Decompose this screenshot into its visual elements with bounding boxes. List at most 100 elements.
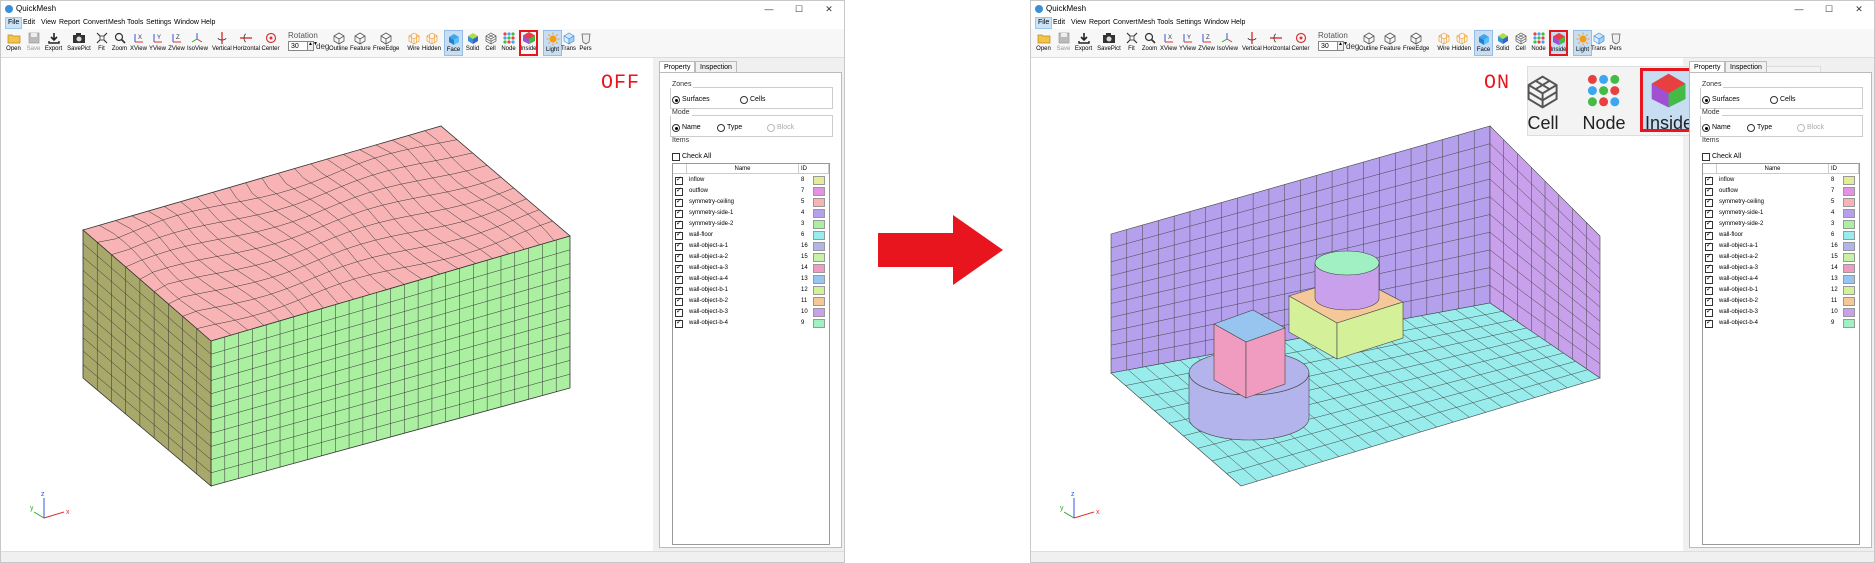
row-checkbox[interactable] <box>1705 208 1713 218</box>
row-color-swatch[interactable] <box>1843 198 1855 207</box>
yview-button[interactable]: Y YView <box>1178 30 1197 56</box>
outline-button[interactable]: Outline <box>329 30 348 56</box>
row-color-swatch[interactable] <box>1843 220 1855 229</box>
zones-radio-surfaces[interactable]: Surfaces <box>1702 95 1740 104</box>
menu-tools[interactable]: Tools <box>1155 17 1175 29</box>
row-color-swatch[interactable] <box>813 264 825 273</box>
open-button[interactable]: Open <box>4 30 23 56</box>
menu-tools[interactable]: Tools <box>125 17 145 29</box>
feature-button[interactable]: Feature <box>350 30 371 56</box>
row-color-swatch[interactable] <box>813 187 825 196</box>
menu-mesh[interactable]: Mesh <box>106 17 127 29</box>
tab-inspection[interactable]: Inspection <box>1725 61 1767 72</box>
center-button[interactable]: Center <box>1291 30 1310 56</box>
menu-mesh[interactable]: Mesh <box>1136 17 1157 29</box>
menu-edit[interactable]: Edit <box>21 17 37 29</box>
inside-button[interactable]: Inside <box>1549 30 1568 56</box>
menu-file[interactable]: File <box>5 17 23 29</box>
zones-radio-cells[interactable]: Cells <box>1770 95 1796 104</box>
table-row[interactable]: wall-object-b-4 9 <box>673 318 829 329</box>
check-all[interactable]: Check All <box>672 152 711 161</box>
table-row[interactable]: wall-object-b-1 12 <box>673 285 829 296</box>
viewport-3d[interactable]: OFF z x y <box>1 58 653 554</box>
row-color-swatch[interactable] <box>1843 242 1855 251</box>
row-checkbox[interactable] <box>1705 197 1713 207</box>
row-checkbox[interactable] <box>1705 175 1713 185</box>
menu-report[interactable]: Report <box>57 17 82 29</box>
menu-settings[interactable]: Settings <box>144 17 173 29</box>
row-color-swatch[interactable] <box>813 275 825 284</box>
zview-button[interactable]: Z ZView <box>1197 30 1216 56</box>
row-checkbox[interactable] <box>1705 296 1713 306</box>
row-color-swatch[interactable] <box>813 209 825 218</box>
menu-edit[interactable]: Edit <box>1051 17 1067 29</box>
check-all[interactable]: Check All <box>1702 152 1741 161</box>
row-color-swatch[interactable] <box>1843 209 1855 218</box>
row-color-swatch[interactable] <box>1843 308 1855 317</box>
table-row[interactable]: wall-object-b-3 10 <box>1703 307 1859 318</box>
menu-view[interactable]: View <box>1069 17 1088 29</box>
check-all-checkbox[interactable] <box>672 153 680 161</box>
row-color-swatch[interactable] <box>1843 319 1855 328</box>
tab-property[interactable]: Property <box>659 61 696 72</box>
menu-settings[interactable]: Settings <box>1174 17 1203 29</box>
table-row[interactable]: wall-object-a-1 16 <box>673 241 829 252</box>
table-row[interactable]: symmetry-side-2 3 <box>1703 219 1859 230</box>
row-checkbox[interactable] <box>1705 318 1713 328</box>
row-checkbox[interactable] <box>675 285 683 295</box>
row-checkbox[interactable] <box>675 241 683 251</box>
viewport-3d[interactable]: ON CellNodeInsideLightTrar z x y <box>1031 58 1821 554</box>
row-color-swatch[interactable] <box>813 242 825 251</box>
cell-button[interactable]: Cell <box>481 30 500 56</box>
node-button[interactable]: Node <box>499 30 518 56</box>
table-row[interactable]: wall-object-a-4 13 <box>673 274 829 285</box>
row-color-swatch[interactable] <box>1843 275 1855 284</box>
rotation-stepper[interactable]: ▲▼ <box>1337 41 1348 51</box>
table-row[interactable]: wall-object-a-3 14 <box>1703 263 1859 274</box>
row-checkbox[interactable] <box>675 230 683 240</box>
zones-radio-surfaces[interactable]: Surfaces <box>672 95 710 104</box>
row-checkbox[interactable] <box>1705 230 1713 240</box>
row-color-swatch[interactable] <box>813 297 825 306</box>
zoom-button[interactable]: Zoom <box>110 30 129 56</box>
isoview-button[interactable]: IsoView <box>1217 30 1238 56</box>
zview-button[interactable]: Z ZView <box>167 30 186 56</box>
close-button[interactable]: ✕ <box>1844 1 1874 17</box>
row-color-swatch[interactable] <box>1843 176 1855 185</box>
export-button[interactable]: Export <box>1074 30 1093 56</box>
table-row[interactable]: wall-floor 6 <box>1703 230 1859 241</box>
face-button[interactable]: Face <box>1474 30 1493 56</box>
row-checkbox[interactable] <box>675 186 683 196</box>
savepict-button[interactable]: SavePict <box>1096 30 1122 56</box>
fit-button[interactable]: Fit <box>1122 30 1141 56</box>
row-color-swatch[interactable] <box>1843 286 1855 295</box>
table-row[interactable]: outflow 7 <box>673 186 829 197</box>
center-button[interactable]: Center <box>261 30 280 56</box>
savepict-button[interactable]: SavePict <box>66 30 92 56</box>
rotation-input[interactable]: 30 <box>1318 41 1338 51</box>
menu-help[interactable]: Help <box>199 17 217 29</box>
menu-file[interactable]: File <box>1035 17 1053 29</box>
table-row[interactable]: inflow 8 <box>673 175 829 186</box>
maximize-button[interactable]: ☐ <box>784 1 814 17</box>
table-row[interactable]: wall-object-a-1 16 <box>1703 241 1859 252</box>
row-color-swatch[interactable] <box>813 253 825 262</box>
inside-button[interactable]: Inside <box>519 30 538 56</box>
table-row[interactable]: symmetry-side-2 3 <box>673 219 829 230</box>
row-color-swatch[interactable] <box>813 176 825 185</box>
row-color-swatch[interactable] <box>1843 187 1855 196</box>
table-row[interactable]: wall-object-b-3 10 <box>673 307 829 318</box>
tab-inspection[interactable]: Inspection <box>695 61 737 72</box>
mode-radio-block[interactable]: Block <box>767 123 794 132</box>
wire-button[interactable]: Wire <box>404 30 423 56</box>
row-checkbox[interactable] <box>1705 285 1713 295</box>
table-row[interactable]: inflow 8 <box>1703 175 1859 186</box>
xview-button[interactable]: X XView <box>1159 30 1178 56</box>
row-checkbox[interactable] <box>675 175 683 185</box>
table-row[interactable]: outflow 7 <box>1703 186 1859 197</box>
row-color-swatch[interactable] <box>813 319 825 328</box>
table-row[interactable]: wall-object-b-1 12 <box>1703 285 1859 296</box>
row-color-swatch[interactable] <box>813 198 825 207</box>
vertical-button[interactable]: Vertical <box>212 30 232 56</box>
row-checkbox[interactable] <box>1705 186 1713 196</box>
